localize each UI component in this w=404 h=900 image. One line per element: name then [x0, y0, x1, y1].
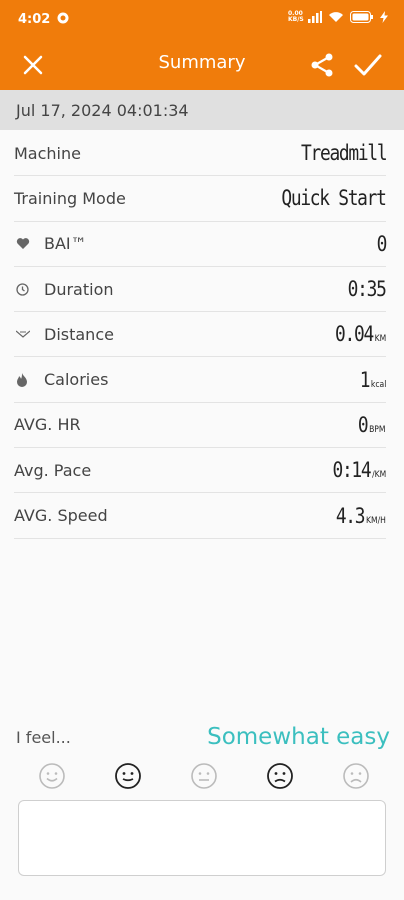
row-avg-hr: AVG. HR 0 BPM [14, 403, 386, 449]
confirm-button[interactable] [353, 50, 383, 80]
row-value: 0:35 [348, 277, 387, 302]
row-value-container: 0 BPM [358, 413, 386, 437]
row-label: AVG. Speed [14, 506, 108, 526]
row-value: 4.3 [335, 503, 366, 528]
row-value: Quick Start [281, 186, 387, 211]
check-icon [354, 54, 382, 76]
row-label-container: BAI™ [14, 234, 87, 253]
row-calories: Calories 1 kcal [14, 357, 386, 403]
row-label: Calories [44, 370, 109, 390]
charging-icon [380, 11, 388, 23]
feeling-label: I feel... [16, 728, 71, 747]
notification-icon [57, 12, 69, 24]
smile-face-icon [39, 763, 65, 789]
face-button-hard[interactable] [264, 760, 296, 792]
row-label: Avg. Pace [14, 460, 92, 480]
smile-face-icon [115, 763, 141, 789]
face-button-very-hard[interactable] [340, 760, 372, 792]
neutral-face-icon [191, 763, 217, 789]
row-value: 1 [359, 367, 370, 392]
row-label-container: AVG. HR [14, 415, 81, 434]
app-bar: Summary [0, 40, 404, 90]
face-button-very-easy[interactable] [36, 760, 68, 792]
row-avg-speed: AVG. Speed 4.3 KM/H [14, 493, 386, 539]
row-unit: KM/H [366, 515, 386, 526]
row-value-container: 1 kcal [359, 368, 386, 392]
row-training-mode: Training Mode Quick Start [14, 176, 387, 222]
row-unit: BPM [369, 424, 386, 435]
row-value-container: 0 [376, 231, 388, 256]
row-value: 0:14 [332, 458, 371, 483]
signal-icon [308, 11, 322, 23]
row-label-container: Calories [14, 370, 108, 389]
feeling-section: I feel... Somewhat easy [16, 724, 390, 754]
share-icon [311, 53, 333, 77]
battery-icon [350, 11, 373, 23]
row-unit: /KM [371, 470, 386, 481]
row-label: AVG. HR [14, 415, 81, 435]
row-label: Machine [14, 143, 81, 163]
face-button-neutral[interactable] [188, 760, 220, 792]
session-date-bar: Jul 17, 2024 04:01:34 [0, 90, 404, 130]
row-label-container: AVG. Speed [14, 506, 108, 525]
network-speed-unit: KB/S [288, 16, 304, 23]
share-button[interactable] [307, 50, 337, 80]
row-label-container: Duration [14, 280, 114, 299]
row-avg-pace: Avg. Pace 0:14 /KM [14, 448, 386, 494]
status-bar: 4:02 0.00 KB/S [0, 0, 404, 40]
heart-icon [16, 237, 30, 251]
row-label-container: Avg. Pace [14, 461, 91, 480]
row-label: Training Mode [14, 188, 126, 208]
road-icon [16, 327, 30, 341]
row-label: BAI™ [44, 234, 87, 254]
row-value-container: 4.3 KM/H [336, 504, 386, 528]
face-button-easy[interactable] [112, 760, 144, 792]
row-value-container: 0:35 [348, 277, 387, 302]
row-value-container: 0.04 KM [335, 322, 386, 346]
row-unit: KM [374, 334, 386, 345]
feeling-faces [36, 760, 372, 796]
summary-list: Machine Treadmill Training Mode Quick St… [14, 131, 388, 539]
feeling-rating: Somewhat easy [207, 724, 390, 750]
wifi-icon [329, 12, 343, 22]
row-distance: Distance 0.04 KM [14, 312, 386, 358]
sad-face-icon [343, 763, 369, 789]
frown-face-icon [267, 763, 293, 789]
row-label: Distance [44, 324, 114, 344]
row-value-container: Treadmill [300, 141, 388, 166]
row-value: 0 [358, 412, 369, 437]
row-label-container: Distance [14, 325, 114, 344]
session-date: Jul 17, 2024 04:01:34 [16, 101, 189, 120]
row-value-container: 0:14 /KM [332, 458, 386, 482]
row-unit: kcal [370, 379, 386, 390]
row-label-container: Machine [14, 144, 81, 163]
status-time: 4:02 [18, 12, 51, 27]
network-speed: 0.00 KB/S [288, 11, 304, 23]
row-duration: Duration 0:35 [14, 267, 387, 313]
page-title: Summary [158, 52, 246, 73]
row-value: Treadmill [300, 141, 388, 166]
flame-icon [16, 372, 30, 387]
clock-icon [16, 282, 30, 296]
row-bai: BAI™ 0 [14, 222, 388, 267]
row-value: 0 [376, 231, 388, 256]
row-machine: Machine Treadmill [14, 131, 388, 177]
row-label-container: Training Mode [14, 189, 126, 208]
row-value: 0.04 [334, 322, 374, 347]
row-value-container: Quick Start [281, 186, 387, 211]
notes-input[interactable] [18, 800, 386, 876]
row-label: Duration [44, 279, 114, 299]
